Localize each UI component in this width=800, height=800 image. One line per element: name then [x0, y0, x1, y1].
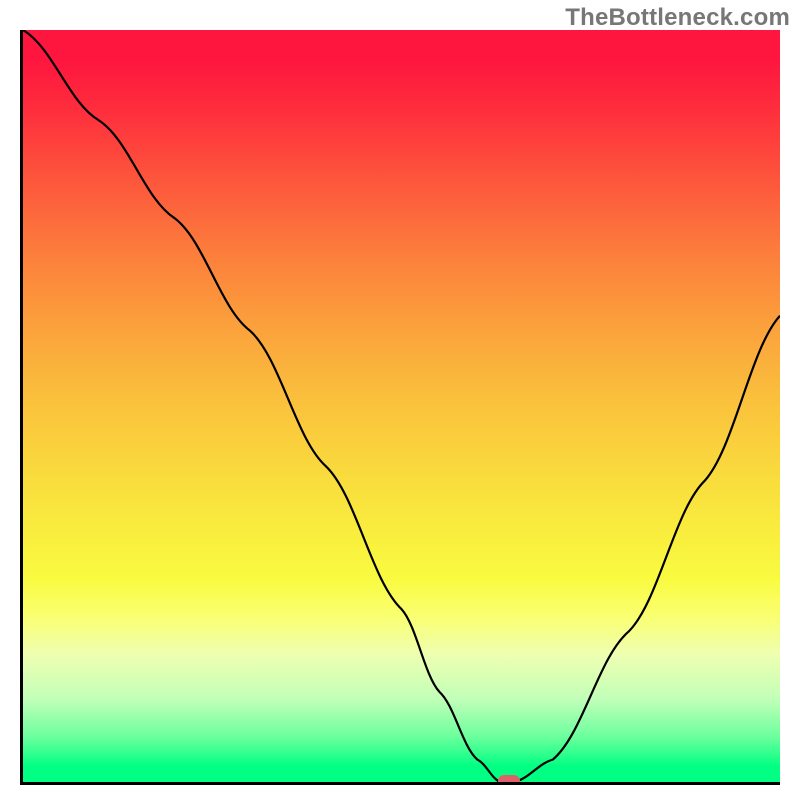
chart-container: TheBottleneck.com [0, 0, 800, 800]
watermark-label: TheBottleneck.com [565, 4, 790, 32]
minimum-marker [498, 775, 520, 785]
bottleneck-curve [23, 30, 780, 782]
plot-area [20, 30, 780, 785]
curve-line [23, 30, 780, 782]
